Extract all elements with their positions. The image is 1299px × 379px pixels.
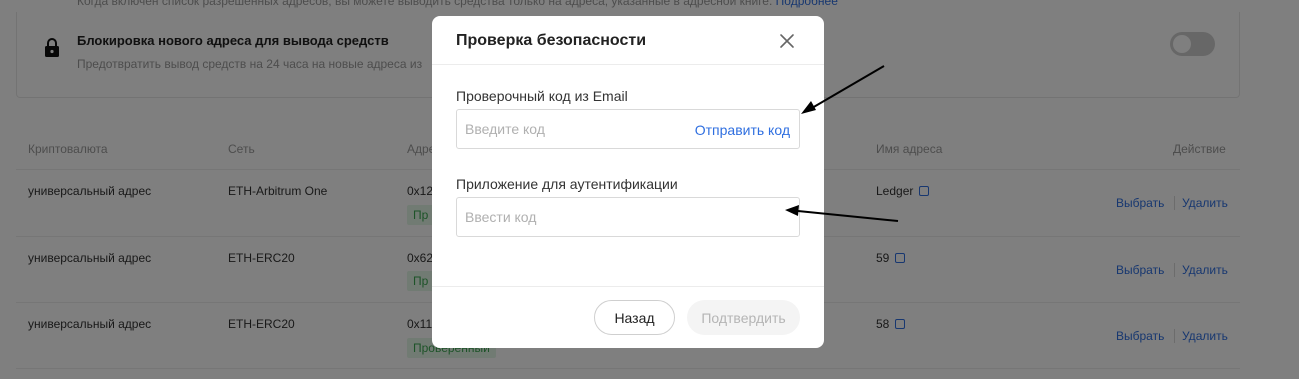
email-code-input[interactable] (465, 110, 685, 148)
security-check-modal: Проверка безопасности Проверочный код из… (432, 16, 824, 348)
close-icon[interactable] (778, 32, 796, 50)
modal-title: Проверка безопасности (456, 32, 647, 49)
back-button[interactable]: Назад (594, 300, 675, 335)
auth-app-field (456, 197, 800, 237)
email-code-label: Проверочный код из Email (456, 88, 628, 104)
send-code-button[interactable]: Отправить код (695, 122, 790, 138)
email-code-field: Отправить код (456, 109, 800, 149)
confirm-button[interactable]: Подтвердить (687, 300, 800, 335)
footer-divider (432, 286, 824, 287)
auth-code-input[interactable] (465, 198, 685, 236)
auth-app-label: Приложение для аутентификации (456, 176, 678, 192)
header-divider (432, 64, 824, 65)
